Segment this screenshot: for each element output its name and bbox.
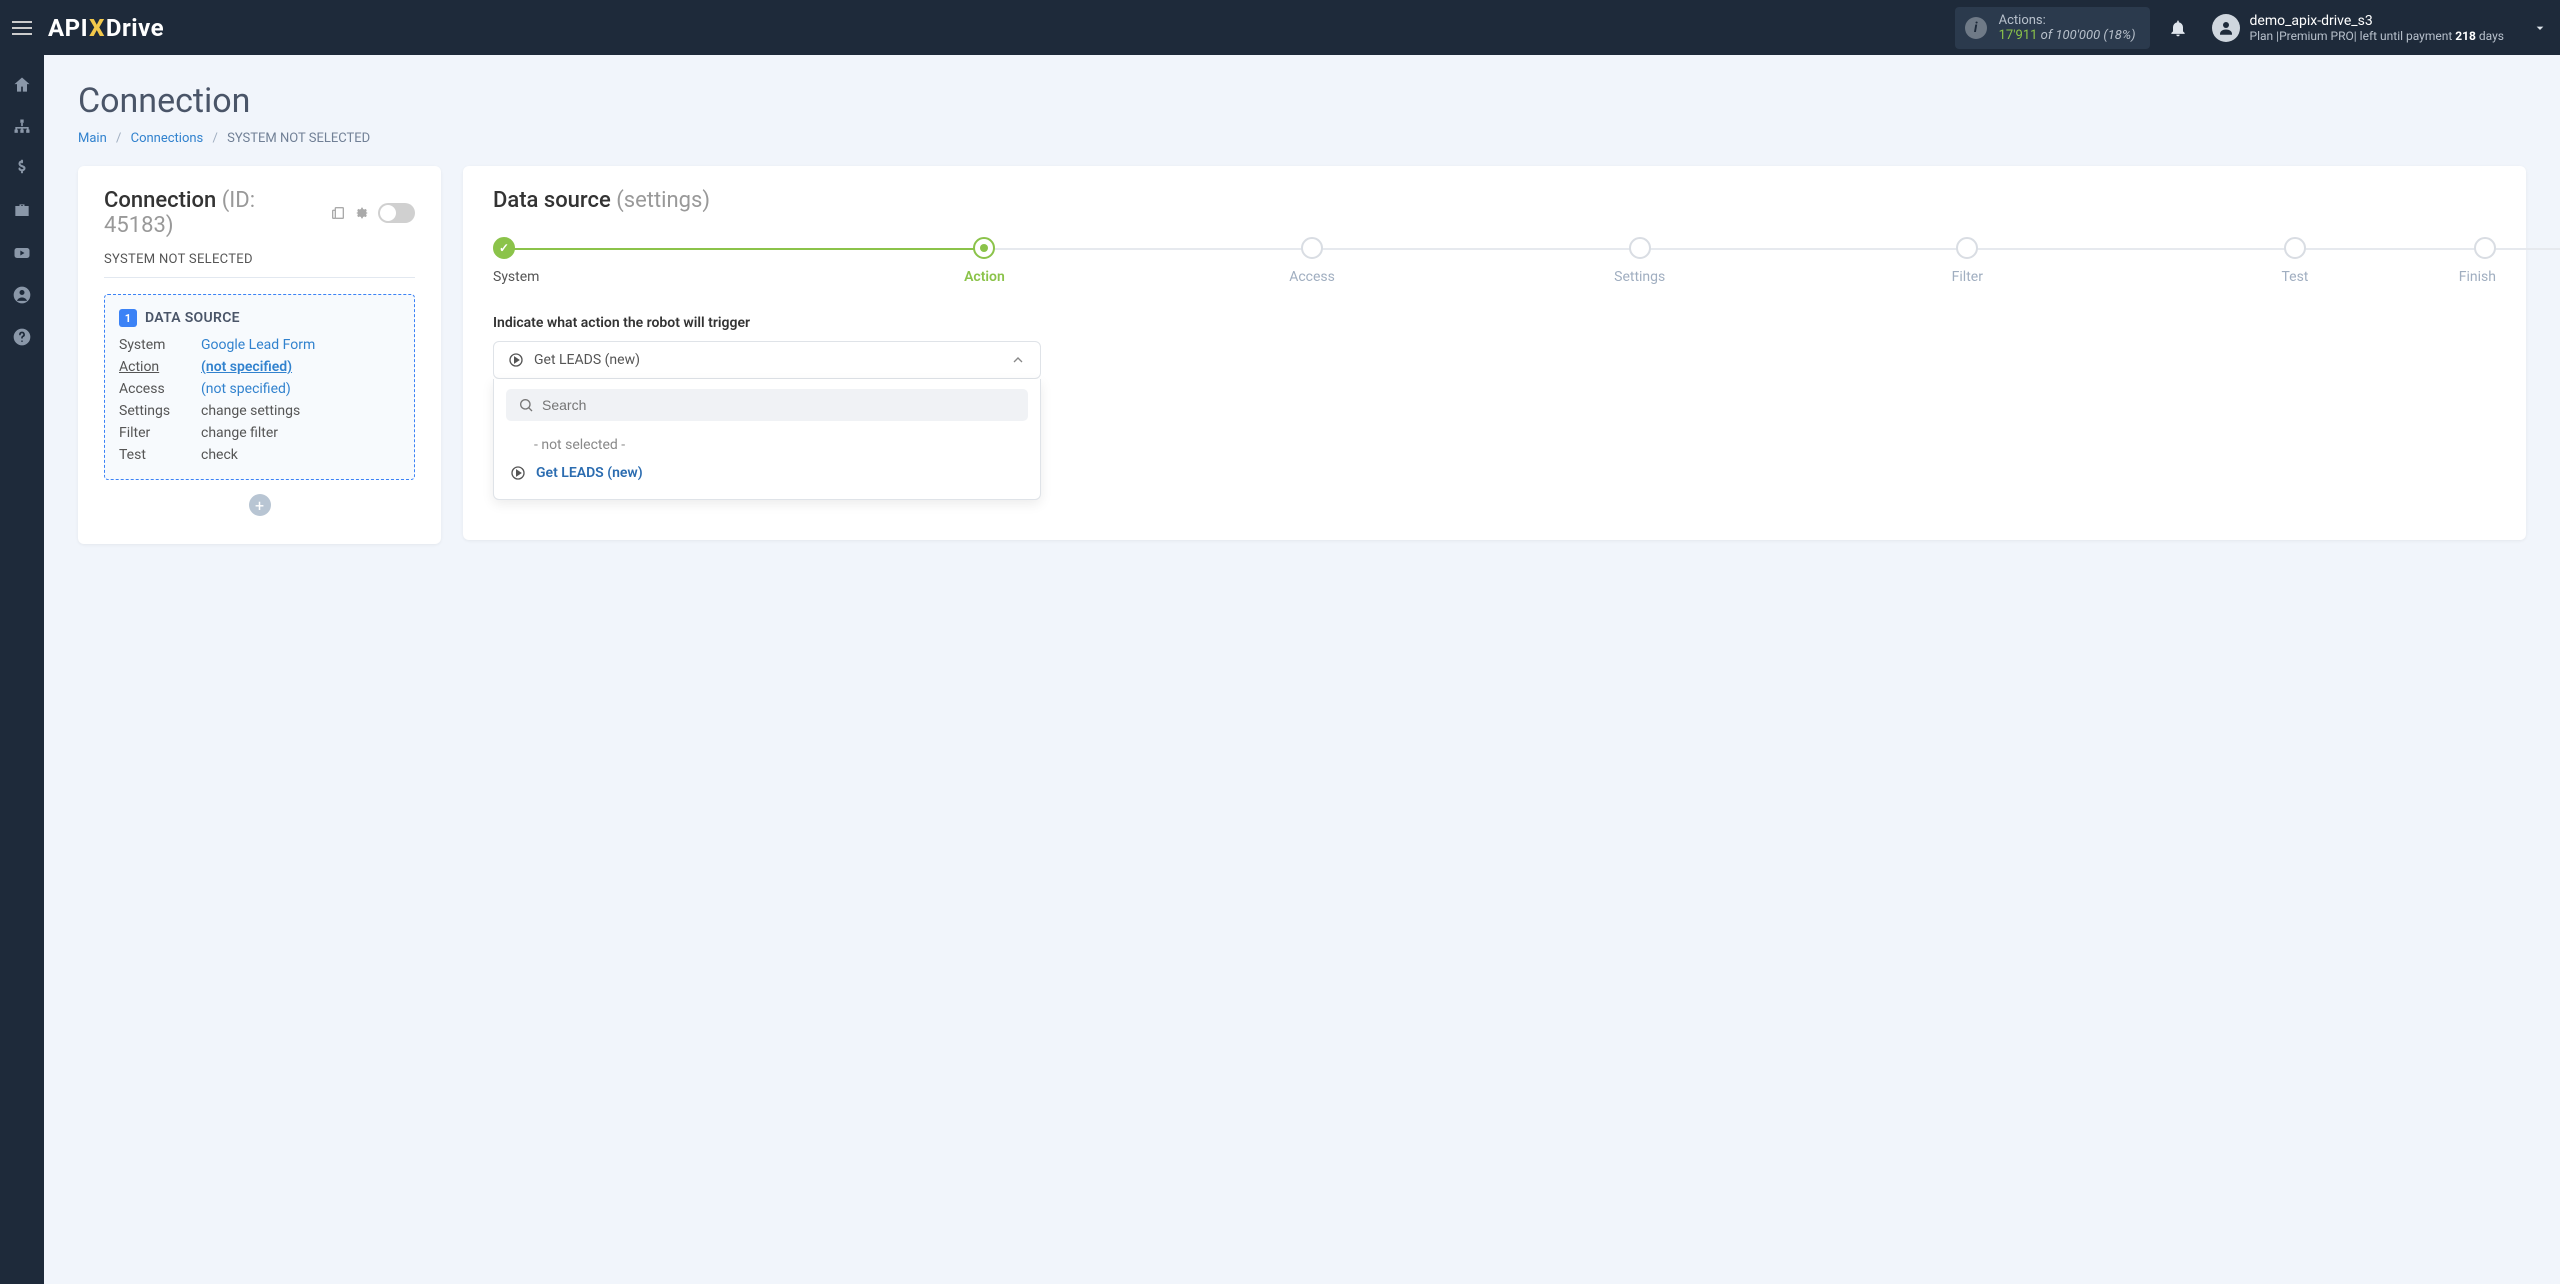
sidebar-home-icon[interactable] xyxy=(0,65,44,105)
breadcrumb-connections[interactable]: Connections xyxy=(131,131,204,146)
sidebar-billing-icon[interactable] xyxy=(0,149,44,189)
settings-card: Data source (settings) System Action Acc… xyxy=(463,166,2526,540)
sidebar-connections-icon[interactable] xyxy=(0,107,44,147)
connection-status: SYSTEM NOT SELECTED xyxy=(104,252,415,278)
sidebar xyxy=(0,55,44,1284)
copy-icon[interactable] xyxy=(330,205,346,221)
step-filter[interactable]: Filter xyxy=(1804,237,2132,285)
ds-filter-value[interactable]: change filter xyxy=(201,425,400,441)
breadcrumb: Main / Connections / SYSTEM NOT SELECTED xyxy=(78,131,2526,146)
dropdown-option-get-leads[interactable]: Get LEADS (new) xyxy=(506,459,1028,487)
data-source-box: 1 DATA SOURCE System Google Lead Form Ac… xyxy=(104,294,415,480)
dropdown-selected[interactable]: Get LEADS (new) xyxy=(493,341,1041,379)
top-header: APIXDrive i Actions: 17'911 of 100'000 (… xyxy=(0,0,2560,55)
step-badge: 1 xyxy=(119,309,137,327)
step-system[interactable]: System xyxy=(493,237,821,285)
chevron-up-icon xyxy=(1010,352,1026,368)
ds-access-value[interactable]: (not specified) xyxy=(201,381,400,397)
step-progress: System Action Access Settings Filter Tes… xyxy=(493,237,2496,285)
connection-toggle[interactable] xyxy=(378,203,415,223)
connection-card: Connection (ID: 45183) SYSTEM NOT SELECT… xyxy=(78,166,441,544)
dropdown-not-selected[interactable]: - not selected - xyxy=(506,431,1028,459)
ds-settings-value[interactable]: change settings xyxy=(201,403,400,419)
chevron-down-icon xyxy=(2532,20,2548,36)
search-icon xyxy=(518,397,534,413)
play-circle-icon xyxy=(508,352,524,368)
dropdown-search xyxy=(506,389,1028,421)
user-name: demo_apix-drive_s3 xyxy=(2250,13,2504,29)
breadcrumb-current: SYSTEM NOT SELECTED xyxy=(227,131,370,146)
actions-counter[interactable]: i Actions: 17'911 of 100'000 (18%) xyxy=(1955,7,2150,49)
user-plan: Plan |Premium PRO| left until payment 21… xyxy=(2250,29,2504,43)
user-menu[interactable]: demo_apix-drive_s3 Plan |Premium PRO| le… xyxy=(2212,13,2548,43)
add-destination-button[interactable]: + xyxy=(249,494,271,516)
breadcrumb-main[interactable]: Main xyxy=(78,131,107,146)
sidebar-video-icon[interactable] xyxy=(0,233,44,273)
main-content: Connection Main / Connections / SYSTEM N… xyxy=(44,55,2560,570)
sidebar-briefcase-icon[interactable] xyxy=(0,191,44,231)
sidebar-help-icon[interactable] xyxy=(0,317,44,357)
ds-test-value[interactable]: check xyxy=(201,447,400,463)
step-action[interactable]: Action xyxy=(821,237,1149,285)
data-source-title: DATA SOURCE xyxy=(145,310,240,326)
gear-icon[interactable] xyxy=(354,205,370,221)
info-icon: i xyxy=(1965,17,1987,39)
ds-system-value[interactable]: Google Lead Form xyxy=(201,337,400,353)
notifications-bell-icon[interactable] xyxy=(2168,18,2190,38)
dropdown-panel: - not selected - Get LEADS (new) xyxy=(493,379,1041,500)
connection-heading: Connection (ID: 45183) xyxy=(104,188,322,238)
play-circle-icon xyxy=(510,465,526,481)
ds-action-value[interactable]: (not specified) xyxy=(201,359,400,375)
menu-toggle-button[interactable] xyxy=(12,16,36,40)
step-access[interactable]: Access xyxy=(1148,237,1476,285)
settings-heading: Data source (settings) xyxy=(493,188,2496,213)
avatar-icon xyxy=(2212,14,2240,42)
step-settings[interactable]: Settings xyxy=(1476,237,1804,285)
action-dropdown: Get LEADS (new) - not selected - xyxy=(493,341,1041,500)
dropdown-search-input[interactable] xyxy=(542,397,1016,413)
step-test[interactable]: Test xyxy=(2131,237,2459,285)
sidebar-account-icon[interactable] xyxy=(0,275,44,315)
instruction-label: Indicate what action the robot will trig… xyxy=(493,315,2496,331)
page-title: Connection xyxy=(78,81,2526,121)
step-finish[interactable]: Finish xyxy=(2459,237,2496,285)
logo[interactable]: APIXDrive xyxy=(48,14,164,42)
